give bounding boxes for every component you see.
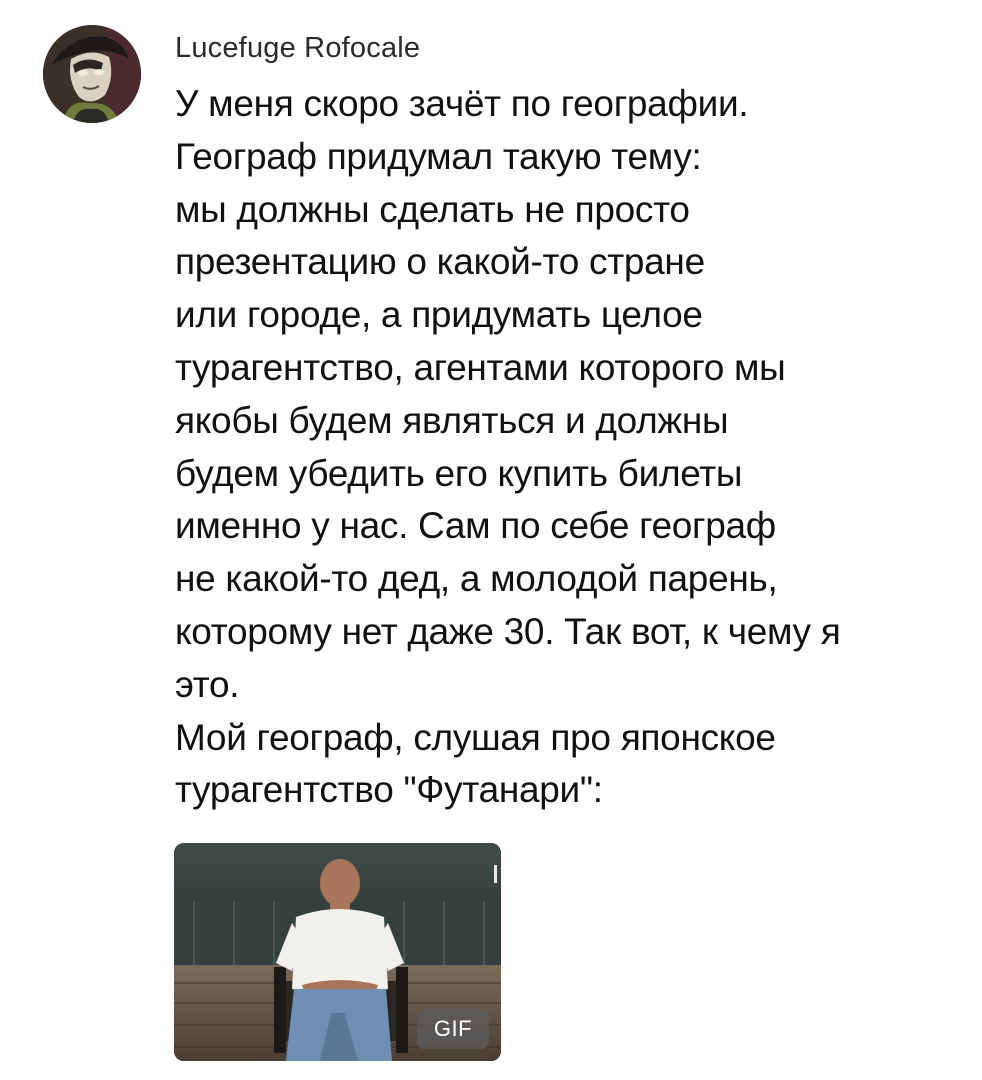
comment-line: У меня скоро зачёт по географии. <box>175 83 749 124</box>
comment-text: У меня скоро зачёт по географии. Географ… <box>175 78 965 817</box>
anime-character-avatar-icon <box>43 25 141 123</box>
comment-line: или городе, а придумать целое <box>175 294 703 336</box>
comment-line: Мой географ, слушая про японское <box>175 716 776 758</box>
comment-line: не какой-то дед, а молодой парень, <box>175 558 778 600</box>
gif-attachment[interactable]: GIF <box>174 843 501 1061</box>
comment-line: мы должны сделать не просто <box>175 188 690 230</box>
comment-line: якобы будем являться и должны <box>175 399 729 441</box>
comment-line: это. <box>175 663 240 705</box>
comment-line: будем убедить его купить билеты <box>175 452 743 494</box>
comment-line: турагентство, агентами которого мы <box>175 346 786 388</box>
author-name[interactable]: Lucefuge Rofocale <box>175 30 420 66</box>
user-avatar[interactable] <box>43 25 141 123</box>
comment-line: именно у нас. Сам по себе географ <box>175 505 776 547</box>
comment-line: Географ придумал такую тему: <box>175 135 702 177</box>
comment-line: которому нет даже 30. Так вот, к чему я <box>175 610 841 652</box>
gif-badge: GIF <box>417 1009 489 1049</box>
comment-line: турагентство "Футанари": <box>175 769 603 811</box>
comment: Lucefuge Rofocale У меня скоро зачёт по … <box>0 0 982 1080</box>
comment-line: презентацию о какой-то стране <box>175 241 705 283</box>
